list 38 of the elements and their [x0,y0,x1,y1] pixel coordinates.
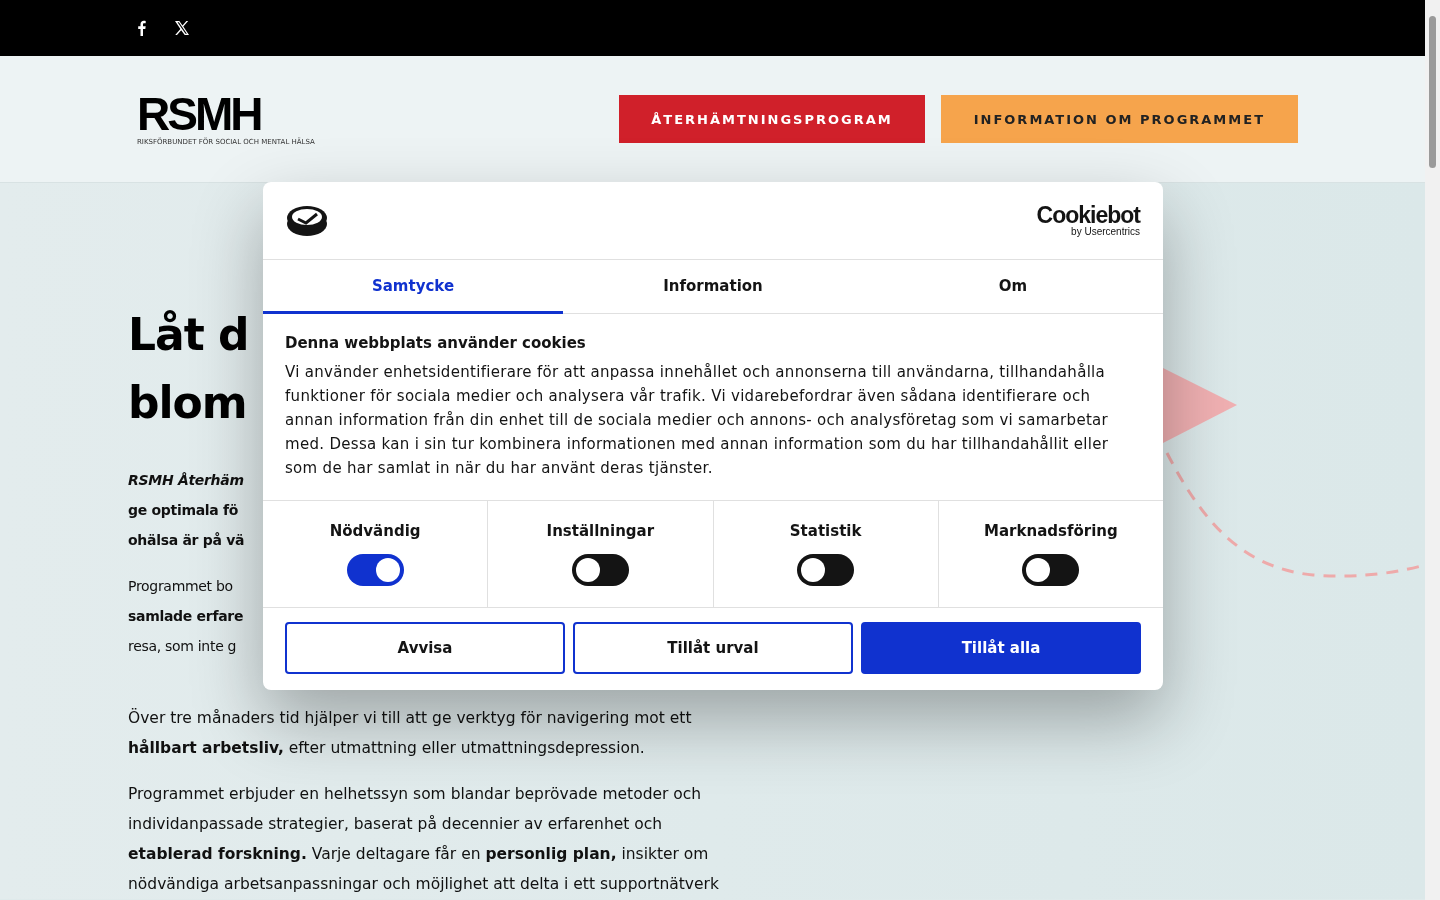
paragraph-line: RSMH Återhäm [128,471,244,490]
consent-button[interactable]: Tillåt alla [861,622,1141,674]
scrollbar[interactable] [1425,0,1440,900]
x-icon[interactable] [174,20,190,36]
dialog-tab[interactable]: Om [863,260,1163,314]
nav-button[interactable]: ÅTERHÄMTNINGSPROGRAM [619,95,925,143]
toggle-switch[interactable] [346,554,404,586]
logo-wordmark[interactable]: RSMH [137,92,315,136]
category-label: Marknadsföring [984,522,1118,540]
paragraph-line: Över tre månaders tid hjälper vi till att ge verktyg för navigering mot ett [128,707,692,729]
hero-heading-line: blom [128,376,247,430]
dialog-tab[interactable]: Information [563,260,863,314]
category-label: Inställningar [546,522,655,540]
toggle-switch[interactable] [797,554,855,586]
paragraph-line: individanpassade strategier, baserat på decennier av erfarenhet och [128,814,663,835]
hero-heading-line: Låt d [128,308,249,362]
paragraph-line: ohälsa är på vä [128,531,245,550]
nav-button[interactable]: INFORMATION OM PROGRAMMET [940,95,1298,143]
cookie-logo-icon [286,203,328,238]
toggle-switch[interactable] [571,554,629,586]
consent-text: Vi använder enhetsidentifierare för att anpassa innehållet och annonserna till användarna, tillhandahålla funktioner för sociala medier och analysera vår trafik. Vi vidarebefordrar även sådana identifierare och annan information från din enhet till de sociala medier och annons- och analysföretag som vi samarbetar med. Dessa kan i sin tur kombinera informationen med annan information som du har tillhandahållit eller som de har samlat in när du har använt deras tjänster. [285,362,1110,479]
brand-name[interactable]: Cookiebot [1036,204,1140,226]
paragraph-line: Programmet bo [128,577,233,596]
paragraph-line: nödvändiga arbetsanpassningar och möjlighet att delta i ett supportnätverk [128,874,719,895]
consent-button[interactable]: Tillåt urval [573,622,853,674]
toggle-switch[interactable] [1022,554,1080,586]
paragraph-line: samlade erfare [128,607,244,626]
dialog-tab[interactable]: Samtycke [263,260,563,314]
paragraph-line: hållbart arbetsliv, efter utmattning eller utmattningsdepression. [128,738,645,759]
paragraph-line: ge optimala fö [128,501,239,520]
dialog-title: Denna webbplats använder cookies [285,334,587,352]
category-label: Nödvändig [329,522,421,540]
paragraph-line: resa, som inte g [128,637,237,656]
consent-button[interactable]: Avvisa [285,622,565,674]
paragraph-line: Programmet erbjuder en helhetssyn som blandar beprövade metoder och [128,784,702,805]
paragraph-line: etablerad forskning. Varje deltagare får en personlig plan, insikter om [128,844,709,865]
brand-subtitle: by Usercentrics [1071,226,1140,237]
category-label: Statistik [789,522,862,540]
